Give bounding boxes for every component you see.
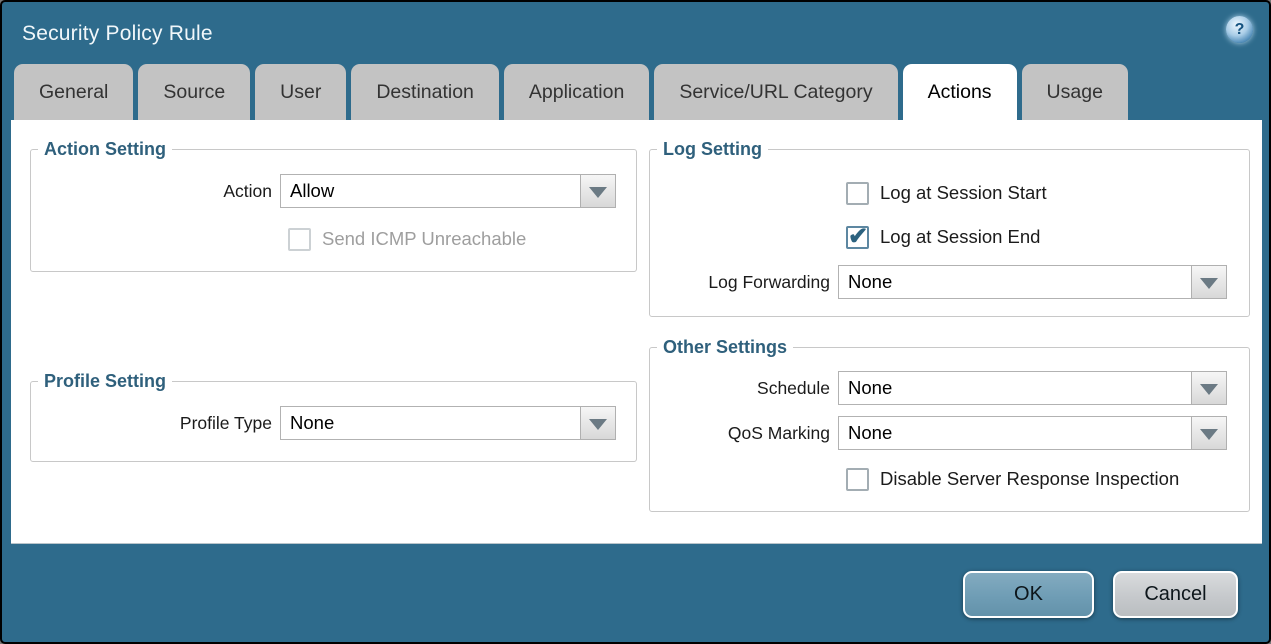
other-settings-legend: Other Settings xyxy=(657,338,793,356)
log-session-start-label: Log at Session Start xyxy=(880,182,1047,204)
cancel-button[interactable]: Cancel xyxy=(1113,571,1238,618)
log-forwarding-dropdown[interactable]: None xyxy=(838,265,1227,299)
log-session-start-checkbox-row: Log at Session Start xyxy=(846,180,1047,206)
profile-type-dropdown-value: None xyxy=(280,406,581,440)
action-row: Action Allow xyxy=(31,174,636,208)
qos-marking-dropdown-value: None xyxy=(838,416,1192,450)
log-forwarding-row: Log Forwarding None xyxy=(650,265,1249,299)
schedule-label: Schedule xyxy=(650,378,838,399)
send-icmp-label: Send ICMP Unreachable xyxy=(322,228,526,250)
action-dropdown[interactable]: Allow xyxy=(280,174,616,208)
ok-button[interactable]: OK xyxy=(963,571,1094,618)
dsri-checkbox-row: Disable Server Response Inspection xyxy=(846,466,1179,492)
qos-marking-label: QoS Marking xyxy=(650,423,838,444)
log-session-end-label: Log at Session End xyxy=(880,226,1040,248)
send-icmp-row: Send ICMP Unreachable xyxy=(31,226,636,252)
log-setting-legend: Log Setting xyxy=(657,140,768,158)
action-setting-legend: Action Setting xyxy=(38,140,172,158)
profile-setting-group: Profile Setting Profile Type None xyxy=(30,372,637,462)
send-icmp-checkbox-row: Send ICMP Unreachable xyxy=(288,226,526,252)
dialog-footer: OK Cancel xyxy=(963,571,1238,618)
log-session-end-checkbox-row: Log at Session End xyxy=(846,224,1040,250)
action-dropdown-value: Allow xyxy=(280,174,581,208)
action-label: Action xyxy=(31,181,280,202)
schedule-dropdown-button[interactable] xyxy=(1191,371,1227,405)
action-setting-group: Action Setting Action Allow Send ICMP Un… xyxy=(30,140,637,272)
qos-marking-dropdown[interactable]: None xyxy=(838,416,1227,450)
log-session-start-row: Log at Session Start xyxy=(650,180,1249,206)
chevron-down-icon xyxy=(1200,429,1218,440)
tab-actions[interactable]: Actions xyxy=(903,64,1017,120)
chevron-down-icon xyxy=(589,187,607,198)
log-setting-group: Log Setting Log at Session Start Log at … xyxy=(649,140,1250,317)
log-forwarding-dropdown-value: None xyxy=(838,265,1192,299)
tab-application[interactable]: Application xyxy=(504,64,649,120)
send-icmp-checkbox[interactable] xyxy=(288,228,311,251)
profile-type-row: Profile Type None xyxy=(31,406,636,440)
chevron-down-icon xyxy=(589,419,607,430)
tab-usage[interactable]: Usage xyxy=(1022,64,1128,120)
profile-setting-legend: Profile Setting xyxy=(38,372,172,390)
log-session-start-checkbox[interactable] xyxy=(846,182,869,205)
title-bar: Security Policy Rule ? xyxy=(2,2,1269,64)
qos-marking-dropdown-button[interactable] xyxy=(1191,416,1227,450)
chevron-down-icon xyxy=(1200,278,1218,289)
help-icon[interactable]: ? xyxy=(1226,16,1253,43)
other-settings-group: Other Settings Schedule None QoS Marking… xyxy=(649,338,1250,512)
log-session-end-row: Log at Session End xyxy=(650,224,1249,250)
chevron-down-icon xyxy=(1200,384,1218,395)
log-forwarding-label: Log Forwarding xyxy=(650,272,838,293)
schedule-row: Schedule None xyxy=(650,371,1249,405)
profile-type-dropdown-button[interactable] xyxy=(580,406,616,440)
tab-destination[interactable]: Destination xyxy=(351,64,499,120)
dsri-checkbox[interactable] xyxy=(846,468,869,491)
action-dropdown-button[interactable] xyxy=(580,174,616,208)
schedule-dropdown-value: None xyxy=(838,371,1192,405)
log-forwarding-dropdown-button[interactable] xyxy=(1191,265,1227,299)
dsri-label: Disable Server Response Inspection xyxy=(880,468,1179,490)
log-session-end-checkbox[interactable] xyxy=(846,226,869,249)
security-policy-rule-dialog: Security Policy Rule ? General Source Us… xyxy=(0,0,1271,644)
dsri-row: Disable Server Response Inspection xyxy=(650,466,1249,492)
qos-marking-row: QoS Marking None xyxy=(650,416,1249,450)
tab-source[interactable]: Source xyxy=(138,64,250,120)
profile-type-label: Profile Type xyxy=(31,413,280,434)
tab-general[interactable]: General xyxy=(14,64,133,120)
question-mark-glyph: ? xyxy=(1235,22,1245,38)
schedule-dropdown[interactable]: None xyxy=(838,371,1227,405)
tab-service-url-category[interactable]: Service/URL Category xyxy=(654,64,897,120)
dialog-title: Security Policy Rule xyxy=(22,22,213,46)
profile-type-dropdown[interactable]: None xyxy=(280,406,616,440)
tab-user[interactable]: User xyxy=(255,64,346,120)
tab-bar: General Source User Destination Applicat… xyxy=(14,64,1128,120)
